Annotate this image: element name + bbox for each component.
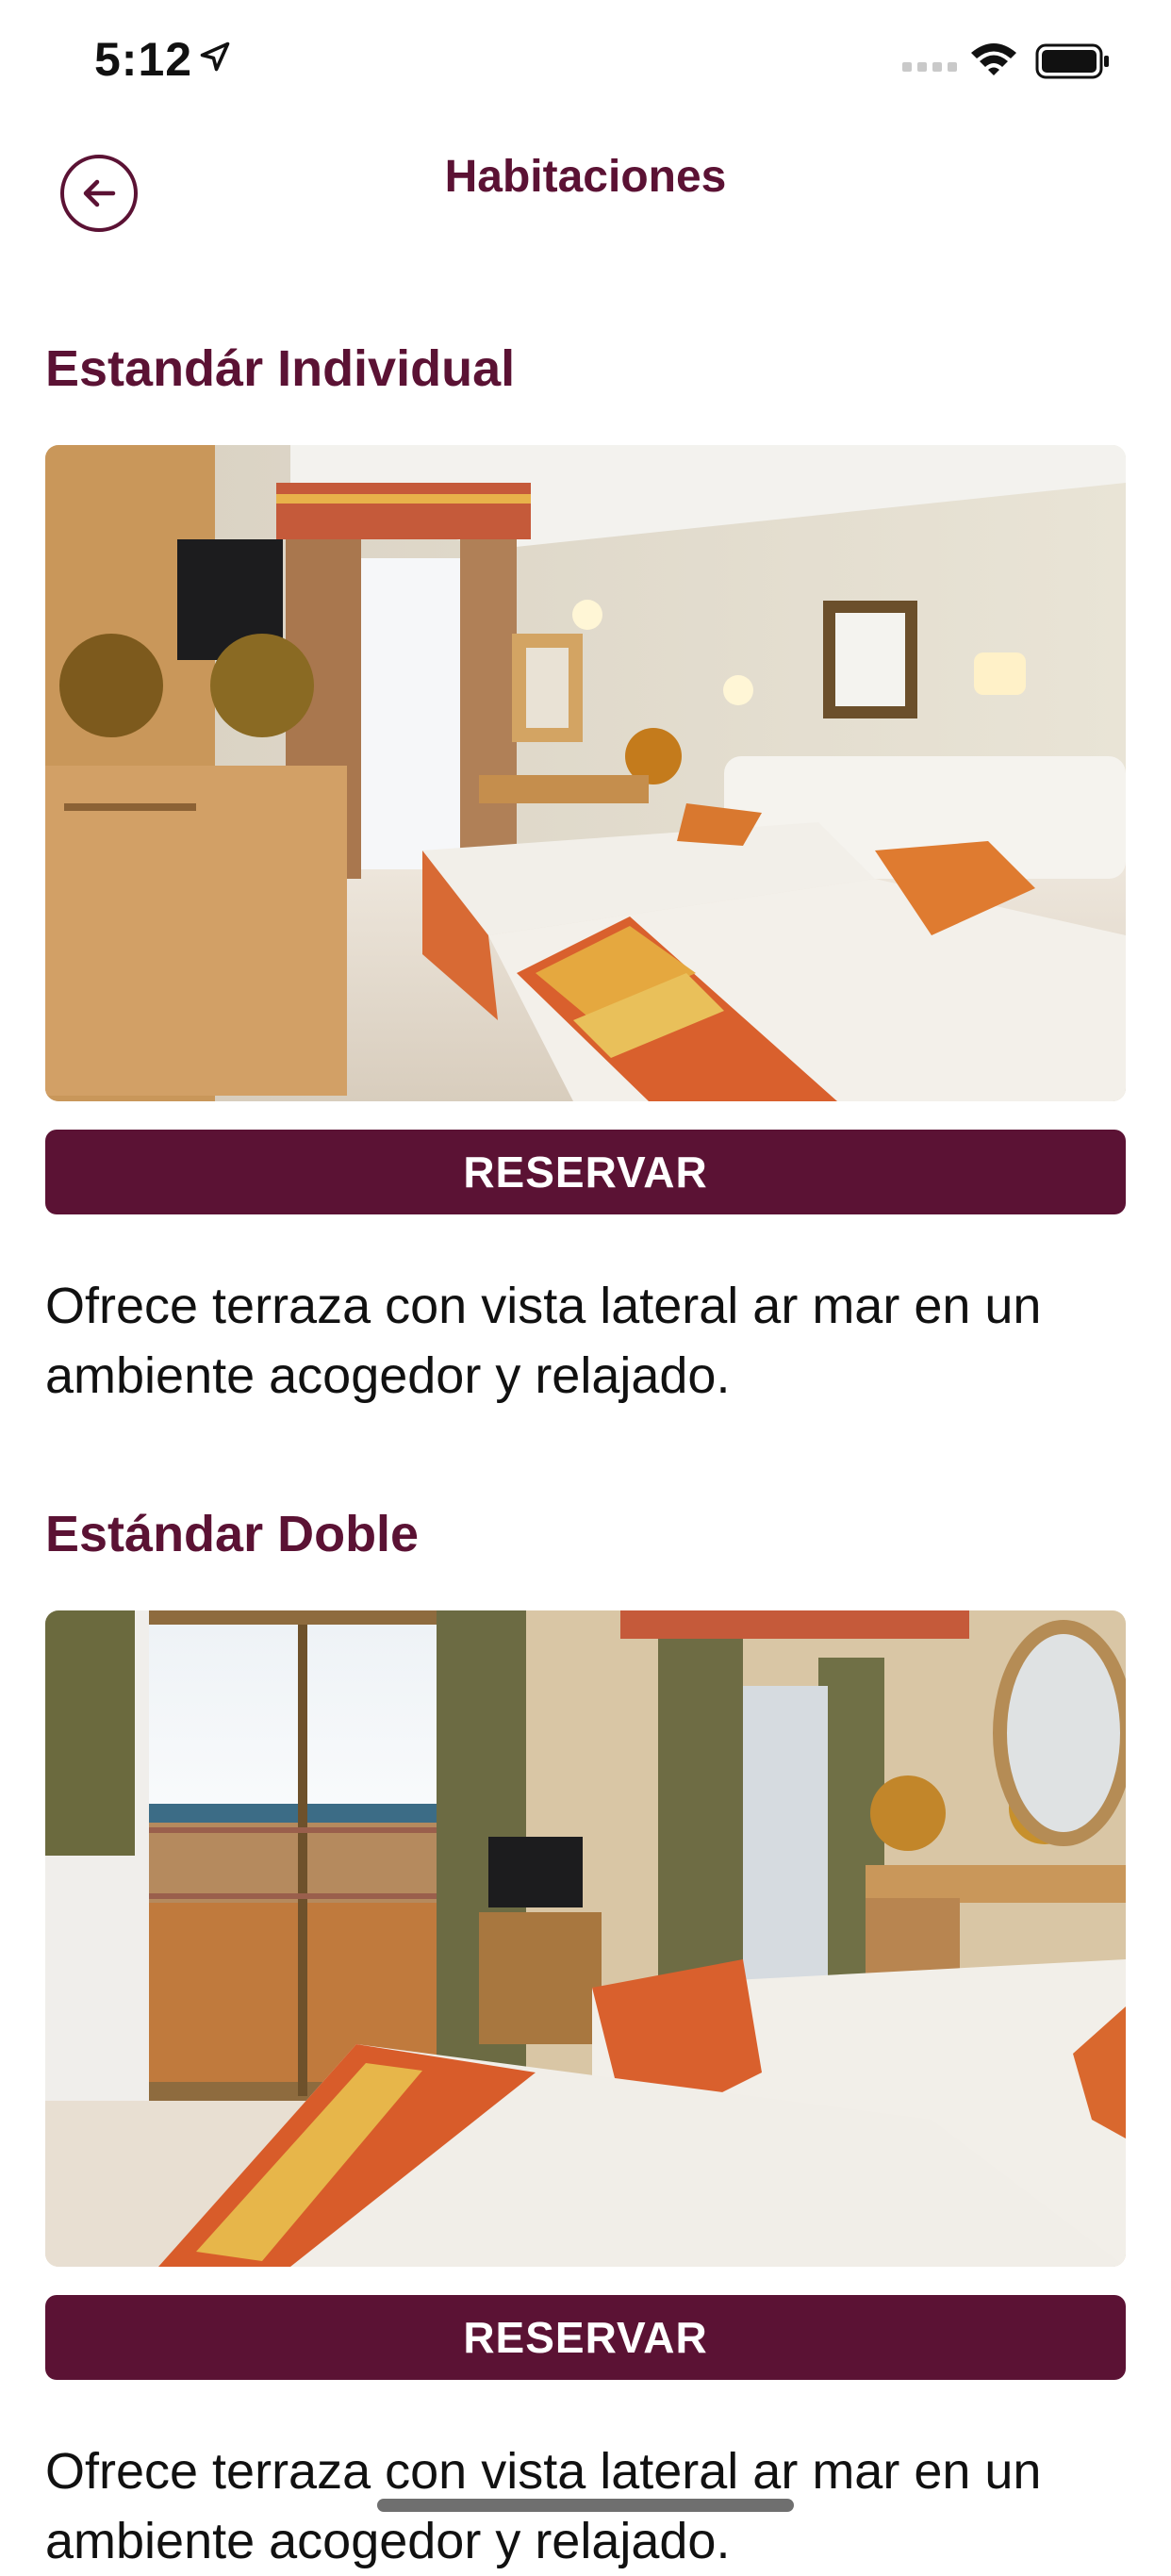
page-title: Habitaciones — [444, 152, 727, 202]
hotel-room-photo — [45, 1610, 1126, 2267]
wifi-icon — [971, 43, 1016, 75]
room-card: Estándar Doble RESERVAR Ofrece terraza c… — [45, 1501, 1126, 2576]
room-photo — [45, 445, 1126, 1101]
room-card: Estandár Individual RESERVAR Ofrece terr… — [45, 336, 1126, 1411]
status-bar: 5:12 — [0, 0, 1171, 132]
room-photo — [45, 1610, 1126, 2267]
reserve-button[interactable]: RESERVAR — [45, 1130, 1126, 1214]
room-description: Ofrece terraza con vista lateral ar mar … — [45, 1278, 1042, 1404]
cellular-signal-icon — [902, 62, 957, 72]
status-time: 5:12 — [94, 33, 193, 86]
location-arrow-icon — [200, 41, 230, 72]
home-indicator[interactable] — [377, 2499, 794, 2512]
reserve-button[interactable]: RESERVAR — [45, 2295, 1126, 2380]
battery-icon — [1035, 43, 1109, 79]
hotel-room-photo — [45, 445, 1126, 1101]
nav-header: Habitaciones — [0, 132, 1171, 245]
room-title: Estandár Individual — [45, 340, 516, 397]
room-title: Estándar Doble — [45, 1506, 420, 1562]
